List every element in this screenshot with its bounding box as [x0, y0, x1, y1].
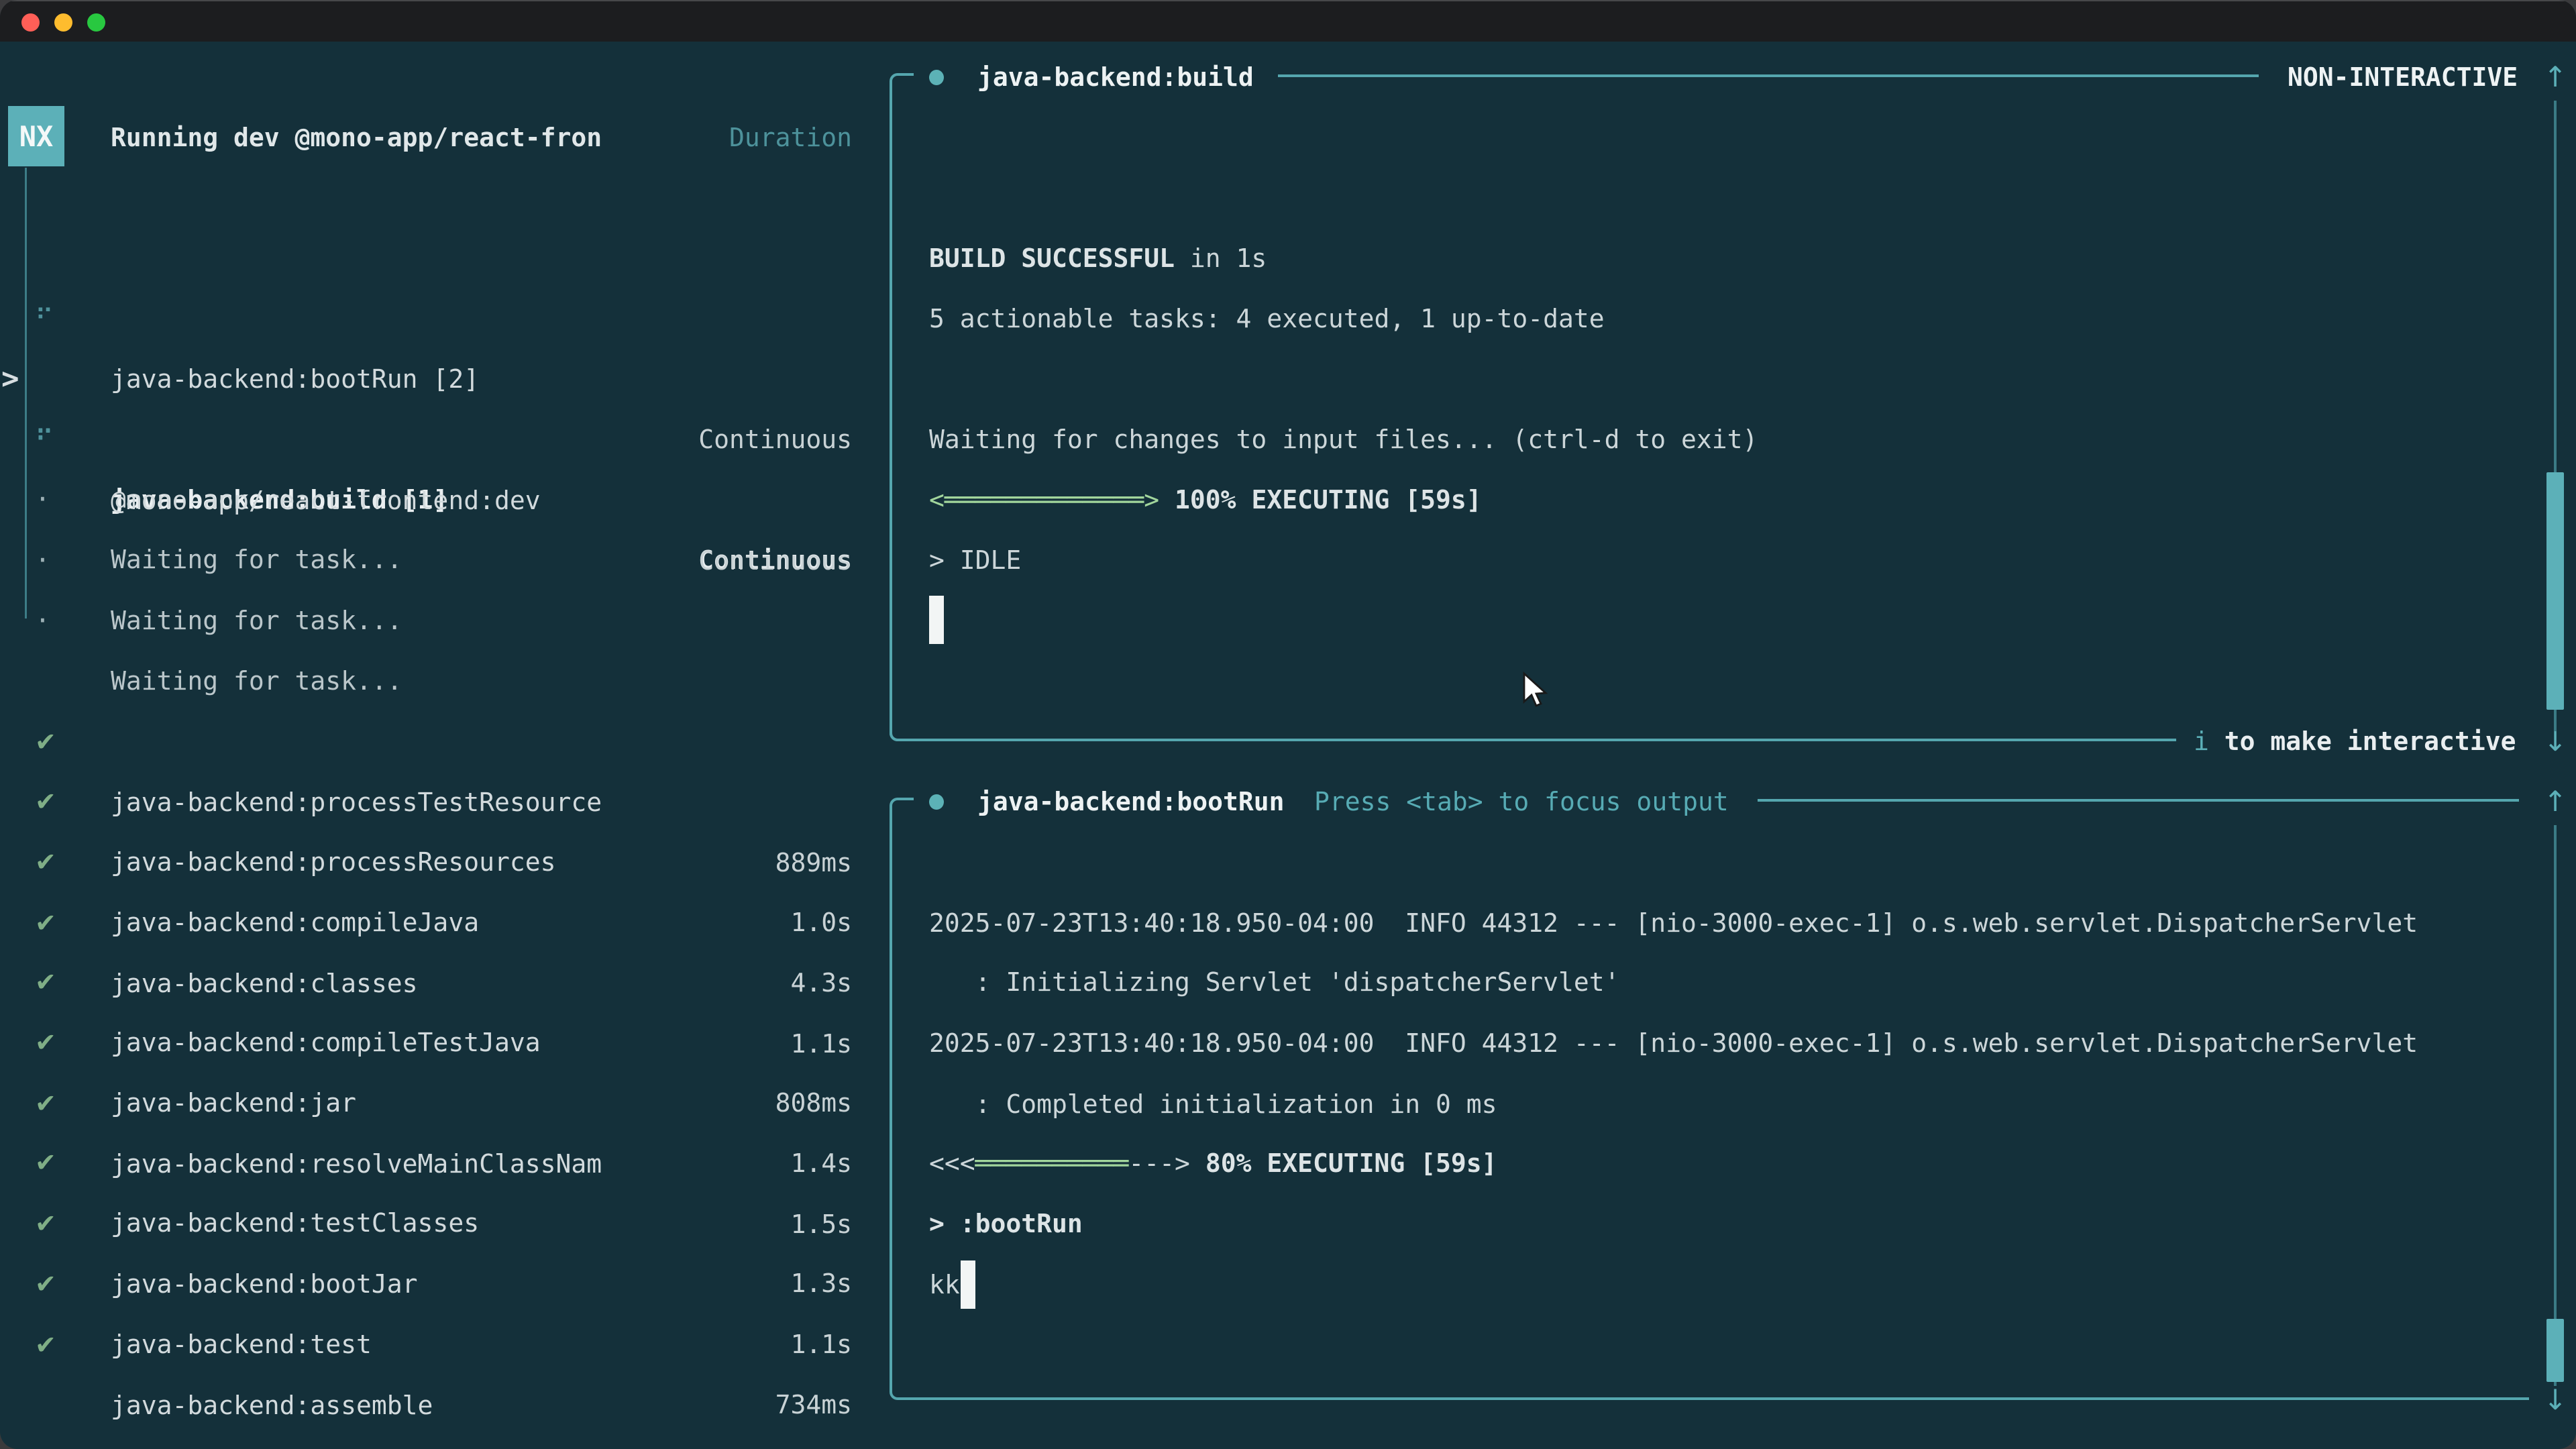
task-row-completed[interactable]: ✔ java-backend:processResources 1.0s	[0, 711, 879, 771]
progress-bar: <═════════════>	[929, 485, 1159, 515]
bootrun-panel-border-left	[890, 826, 892, 1371]
duration-column-header: Duration	[729, 107, 852, 168]
interactive-hint-text: to make interactive	[2209, 727, 2516, 756]
waiting-changes-line: Waiting for changes to input files... (c…	[929, 409, 1758, 470]
command-line: > :bootRun	[929, 1193, 1083, 1254]
task-row-completed[interactable]: ✔ java-backend:testClasses 1.3s	[0, 1072, 879, 1132]
waiting-task-row: · Waiting for task...	[0, 409, 879, 469]
progress-bar: ══════════	[975, 1148, 1129, 1178]
mouse-cursor	[1520, 671, 1550, 710]
task-row-completed[interactable]: ✔ java-backend:bootJar 1.1s	[0, 1133, 879, 1193]
build-time-text: in 1s	[1175, 244, 1267, 273]
bootrun-panel-scrollbar-thumb[interactable]	[2546, 1319, 2564, 1382]
build-panel-border-corner	[890, 73, 914, 101]
build-successful-text: BUILD SUCCESSFUL	[929, 244, 1175, 273]
scroll-up-icon[interactable]: ↑	[2535, 47, 2575, 107]
task-duration: 1.1s	[790, 1314, 852, 1375]
pager: ← 1/2 →	[13, 1436, 121, 1449]
bootrun-panel-scrollbar-track[interactable]	[2554, 825, 2557, 1386]
task-row-bootrun[interactable]: ⠋ java-backend:bootRun [2] Continuous	[0, 228, 879, 288]
build-panel-border-left	[890, 101, 892, 713]
sidebar-header: Running dev @mono-app/react-fron Duratio…	[0, 107, 879, 168]
task-row-frontend-dev[interactable]: ⠋ @mono-app/react-frontend:dev Continuou…	[0, 350, 879, 410]
task-row-completed[interactable]: ✔ java-backend:compileTestJava 808ms	[0, 892, 879, 952]
task-row-completed[interactable]: ✔ java-backend:assemble 774ms	[0, 1254, 879, 1315]
progress-dashes: --->	[1128, 1148, 1190, 1178]
task-row-completed[interactable]: ✔ java-backend:test 734ms	[0, 1193, 879, 1254]
task-row-completed[interactable]: ✔ java-backend:compileJava 4.3s	[0, 771, 879, 832]
bootrun-panel-border-corner	[890, 1369, 914, 1400]
task-row-completed[interactable]: ✔ java-backend:processTestResource 889ms	[0, 651, 879, 712]
log-line: 2025-07-23T13:40:18.950-04:00 INFO 44312…	[929, 893, 2418, 953]
build-panel-title[interactable]: java-backend:build	[977, 47, 1254, 107]
terminal-cursor	[929, 596, 944, 644]
sidebar-footer: ← 1/2 → quit: q help: ?	[0, 1375, 879, 1436]
task-row-build-selected[interactable]: > ⠋ java-backend:build [1] Continuous	[0, 288, 879, 349]
terminal-window: NX Running dev @mono-app/react-fron Dura…	[0, 0, 2576, 1449]
bootrun-panel-border-bottom	[914, 1397, 2529, 1400]
sidebar-title: Running dev @mono-app/react-fron	[111, 107, 602, 168]
build-panel-border-top	[1278, 74, 2259, 77]
progress-label: 100% EXECUTING [59s]	[1159, 485, 1481, 515]
idle-prompt-line: > IDLE	[929, 530, 1021, 590]
task-row-completed[interactable]: ✔ java-backend:classes 1.1s	[0, 833, 879, 893]
zoom-button[interactable]	[87, 13, 105, 32]
interactive-hint: i to make interactive	[2194, 711, 2516, 771]
build-success-line: BUILD SUCCESSFUL in 1s	[929, 228, 1267, 288]
gradle-progress-line: <<<══════════---> 80% EXECUTING [59s]	[929, 1133, 1497, 1193]
focus-output-hint[interactable]: Press <tab> to focus output	[1314, 771, 1729, 832]
interactive-hint-key[interactable]: i	[2194, 727, 2209, 756]
task-row-completed[interactable]: ✔ java-backend:resolveMainClassNam 1.5s	[0, 1013, 879, 1073]
gradle-progress-line: <═════════════> 100% EXECUTING [59s]	[929, 470, 1482, 530]
log-line: 2025-07-23T13:40:18.950-04:00 INFO 44312…	[929, 1013, 2418, 1073]
task-bullet-icon	[929, 70, 944, 85]
tasks-summary-line: 5 actionable tasks: 4 executed, 1 up-to-…	[929, 288, 1605, 349]
close-button[interactable]	[21, 13, 40, 32]
bootrun-panel-border-top	[1758, 799, 2519, 802]
waiting-task-row: · Waiting for task...	[0, 530, 879, 590]
waiting-task-row: · Waiting for task...	[0, 470, 879, 530]
terminal-cursor	[961, 1260, 975, 1309]
task-row-completed[interactable]: ✔ java-backend:jar 1.4s	[0, 952, 879, 1012]
build-panel-scrollbar-thumb[interactable]	[2546, 472, 2564, 710]
waiting-label: Waiting for task...	[111, 590, 402, 651]
bootrun-panel-border-corner	[890, 798, 914, 826]
minimize-button[interactable]	[54, 13, 72, 32]
dot-icon: ·	[35, 590, 50, 651]
build-panel-border-corner	[890, 710, 914, 741]
typed-input-line[interactable]: kk	[929, 1254, 960, 1315]
task-duration: 774ms	[775, 1436, 852, 1449]
scroll-up-icon[interactable]: ↑	[2535, 771, 2575, 832]
progress-prefix: <<<	[929, 1148, 975, 1178]
titlebar	[0, 0, 2576, 42]
task-bullet-icon	[929, 794, 944, 810]
check-icon: ✔	[35, 1315, 56, 1375]
log-line: : Completed initialization in 0 ms	[929, 1074, 1497, 1134]
build-panel-border-bottom	[914, 739, 2176, 741]
progress-label: 80% EXECUTING [59s]	[1190, 1148, 1497, 1178]
log-line: : Initializing Servlet 'dispatcherServle…	[929, 952, 1620, 1012]
task-name: java-backend:test	[111, 1314, 372, 1375]
non-interactive-badge: NON-INTERACTIVE	[2288, 47, 2518, 107]
bootrun-panel-title[interactable]: java-backend:bootRun	[977, 771, 1285, 832]
